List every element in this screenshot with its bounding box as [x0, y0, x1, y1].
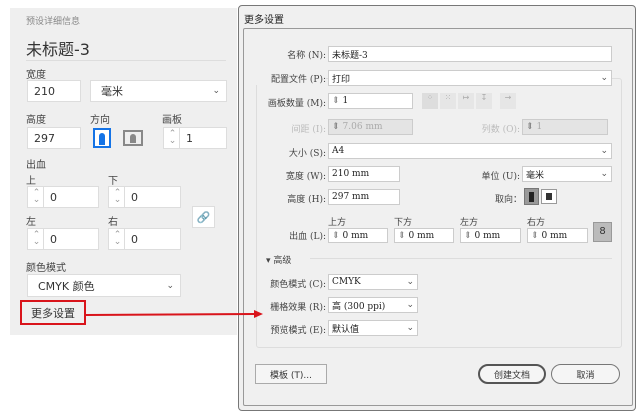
callout-arrow: [85, 310, 263, 318]
